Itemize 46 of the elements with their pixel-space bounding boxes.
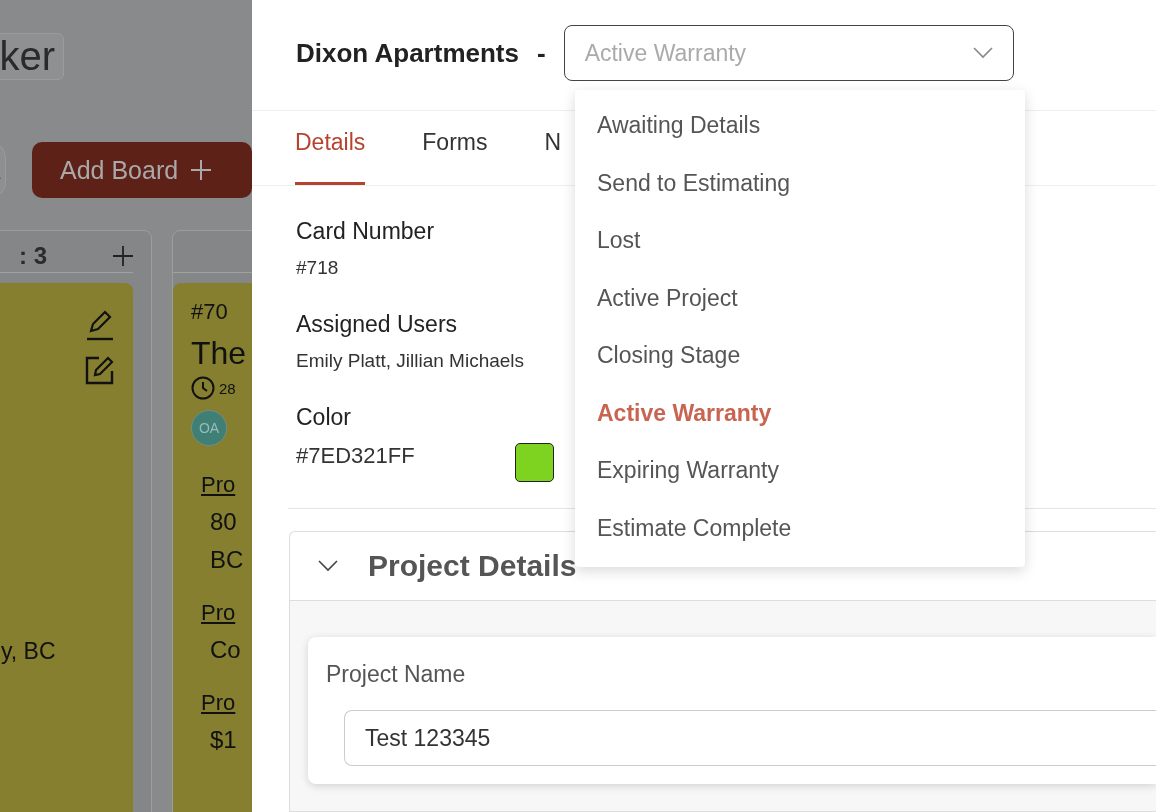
board-card[interactable]: #70 The 28 OA Pro 80 BC Pro Co Pro $1 <box>173 283 252 812</box>
menu-item[interactable]: Closing Stage <box>575 327 1025 385</box>
field-label: Card Number <box>296 218 435 245</box>
field-value: 80 <box>210 508 238 536</box>
board-title: ker <box>0 33 64 80</box>
field-label: Color <box>296 404 351 431</box>
menu-item[interactable]: Estimate Complete <box>575 499 1025 557</box>
field-value: BC <box>210 546 245 574</box>
column-title: : 3 <box>19 241 47 270</box>
add-icon[interactable] <box>113 245 133 266</box>
field-value: $1 <box>210 726 238 754</box>
field-value: Emily Platt, Jillian Michaels <box>296 350 525 372</box>
color-value: #7ED321FF <box>296 443 415 469</box>
edit-icon[interactable] <box>85 355 115 385</box>
card-date: 28 <box>219 379 236 397</box>
user-avatar: OA <box>191 410 227 446</box>
card-title: The <box>191 335 248 372</box>
pencil-icon[interactable] <box>85 309 115 341</box>
field-value: Co <box>210 636 242 664</box>
tab[interactable]: N <box>544 129 562 185</box>
menu-item[interactable]: Lost <box>575 212 1025 270</box>
field-label: Project Name <box>326 661 467 688</box>
menu-item[interactable]: Active Warranty <box>575 384 1025 442</box>
chevron-icon <box>972 47 993 59</box>
chevron-icon <box>318 560 338 572</box>
board-card[interactable]: y, BC <box>0 283 133 812</box>
menu-item[interactable]: Awaiting Details <box>575 97 1025 155</box>
menu-item[interactable]: Active Project <box>575 269 1025 327</box>
panel-title: Dixon Apartments <box>296 37 519 69</box>
title-separator: - <box>536 37 546 69</box>
field-label: Pro <box>201 472 237 498</box>
input-field[interactable]: Test 123345 <box>344 710 1156 766</box>
field-label: Assigned Users <box>296 311 458 338</box>
add-board-button[interactable]: Add Board <box>32 142 252 198</box>
color-swatch[interactable] <box>514 443 554 482</box>
tab[interactable]: Forms <box>422 129 488 185</box>
card-address: y, BC <box>1 638 56 665</box>
card-number: #70 <box>191 299 229 325</box>
menu-item[interactable]: Expiring Warranty <box>575 442 1025 500</box>
tab[interactable]: Details <box>295 129 366 185</box>
menu-item[interactable]: Send to Estimating <box>575 154 1025 212</box>
field-value: #718 <box>296 257 339 279</box>
clock-icon <box>191 376 215 400</box>
field-label: Pro <box>201 690 237 716</box>
field-label: Pro <box>201 600 237 626</box>
plus-icon <box>190 159 213 181</box>
